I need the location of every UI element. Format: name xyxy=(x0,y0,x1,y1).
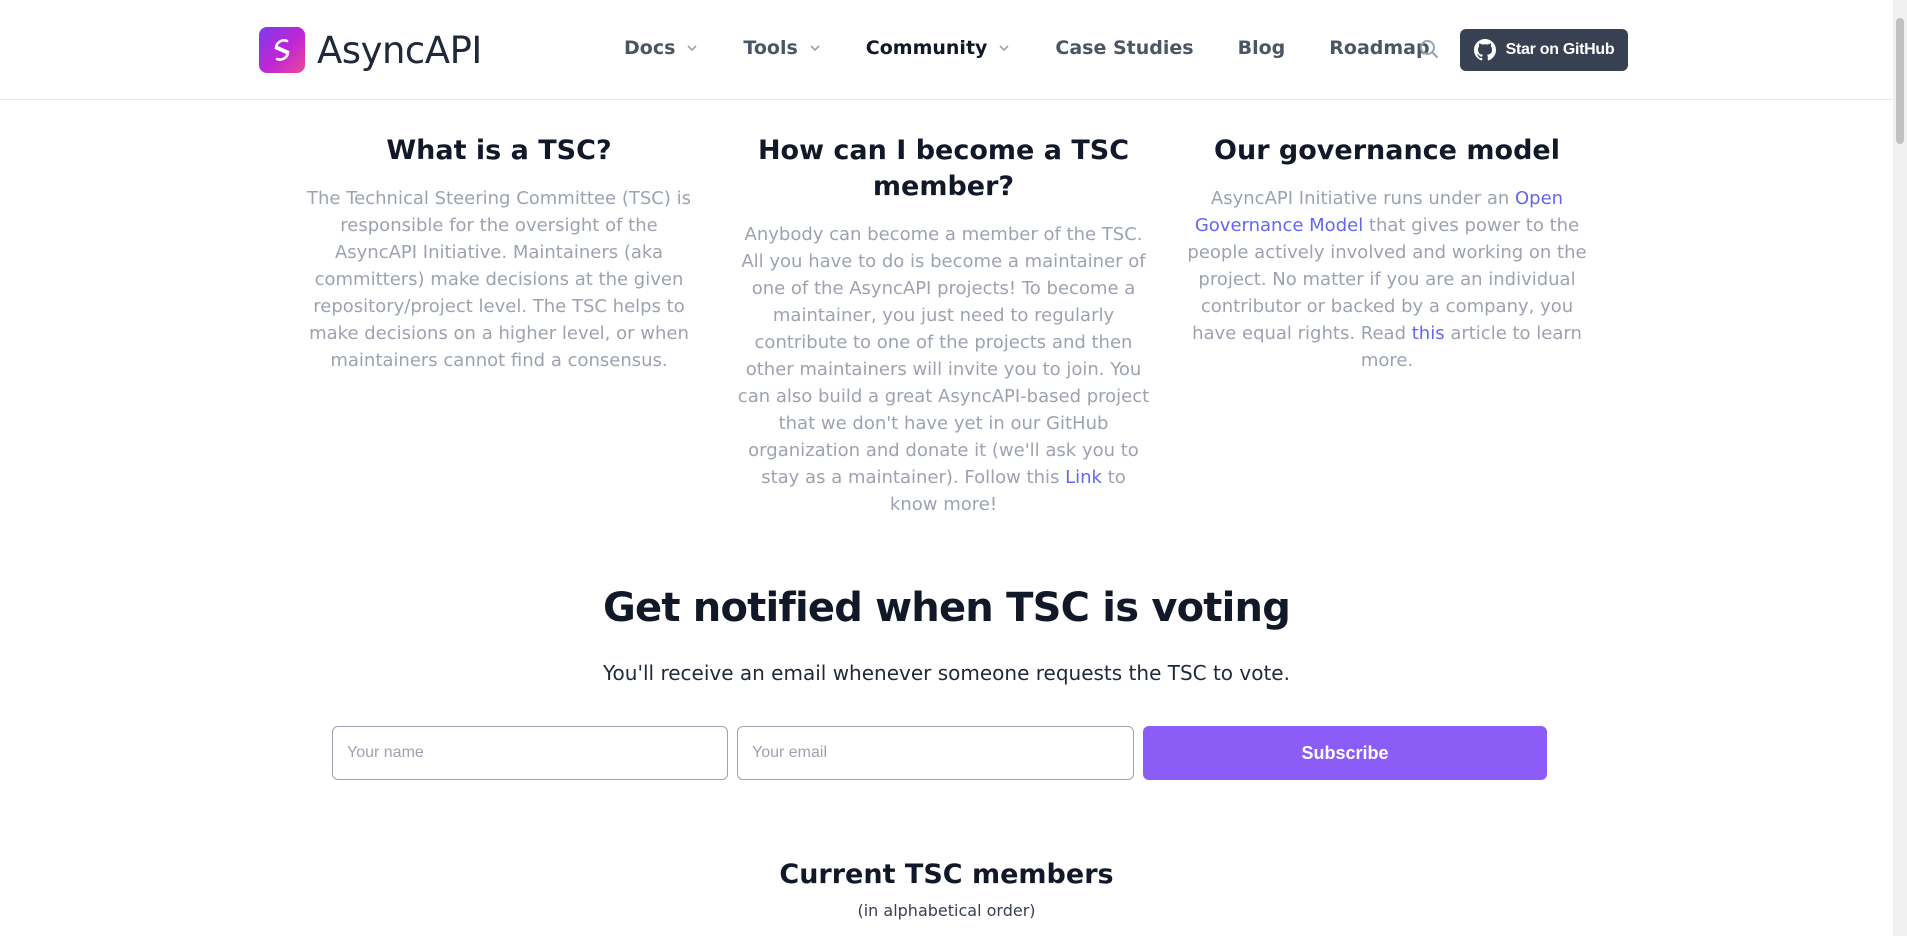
this-article-link[interactable]: this xyxy=(1412,323,1445,344)
governance-title: Our governance model xyxy=(1214,135,1560,166)
become-tsc-member-title: How can I become a TSC member? xyxy=(757,135,1130,202)
chevron-down-icon xyxy=(808,41,822,55)
chevron-down-icon xyxy=(997,41,1011,55)
name-input[interactable] xyxy=(332,726,728,780)
site-header: AsyncAPI Docs Tools Community Case Studi… xyxy=(0,0,1893,100)
nav-community-label: Community xyxy=(865,37,988,59)
notify-subtitle: You'll receive an email whenever someone… xyxy=(603,661,1290,685)
search-icon[interactable] xyxy=(1418,38,1440,60)
nav-docs-label: Docs xyxy=(624,37,676,59)
what-is-tsc-title: What is a TSC? xyxy=(386,135,612,166)
nav-community[interactable]: Community xyxy=(866,37,1012,59)
become-tsc-member-body: Anybody can become a member of the TSC. … xyxy=(737,221,1150,518)
nav-tools[interactable]: Tools xyxy=(743,37,821,59)
become-tsc-member-section: How can I become a TSC member? Anybody c… xyxy=(737,133,1150,518)
nav-roadmap[interactable]: Roadmap xyxy=(1329,37,1429,59)
governance-body-1: AsyncAPI Initiative runs under an xyxy=(1210,188,1515,209)
what-is-tsc-section: What is a TSC? The Technical Steering Co… xyxy=(300,133,698,374)
nav-tools-label: Tools xyxy=(743,37,798,59)
nav-blog[interactable]: Blog xyxy=(1238,37,1286,59)
asyncapi-logo-icon xyxy=(259,27,305,73)
what-is-tsc-body: The Technical Steering Committee (TSC) i… xyxy=(307,188,691,371)
chevron-down-icon xyxy=(685,41,699,55)
nav-docs[interactable]: Docs xyxy=(624,37,699,59)
notify-title: Get notified when TSC is voting xyxy=(602,585,1291,631)
nav-case-studies[interactable]: Case Studies xyxy=(1055,37,1193,59)
members-title: Current TSC members xyxy=(779,859,1114,890)
become-body-text: Anybody can become a member of the TSC. … xyxy=(737,224,1150,488)
members-subtitle: (in alphabetical order) xyxy=(857,901,1036,920)
logo-text: AsyncAPI xyxy=(317,28,482,72)
governance-body: AsyncAPI Initiative runs under an Open G… xyxy=(1186,185,1588,374)
governance-section: Our governance model AsyncAPI Initiative… xyxy=(1186,133,1588,374)
star-on-github-button[interactable]: Star on GitHub xyxy=(1460,29,1628,71)
asyncapi-logo[interactable]: AsyncAPI xyxy=(259,27,482,73)
github-icon xyxy=(1473,39,1496,61)
page-scrollbar[interactable] xyxy=(1893,0,1907,936)
main-nav: Docs Tools Community Case Studies Blog R… xyxy=(624,37,1474,59)
nav-blog-label: Blog xyxy=(1237,37,1286,59)
email-input[interactable] xyxy=(737,726,1134,780)
scrollbar-thumb[interactable] xyxy=(1896,18,1904,144)
nav-case-studies-label: Case Studies xyxy=(1055,37,1194,59)
github-button-label: Star on GitHub xyxy=(1505,41,1615,58)
become-link[interactable]: Link xyxy=(1065,467,1102,488)
subscribe-button[interactable]: Subscribe xyxy=(1143,726,1547,780)
nav-roadmap-label: Roadmap xyxy=(1329,37,1430,59)
